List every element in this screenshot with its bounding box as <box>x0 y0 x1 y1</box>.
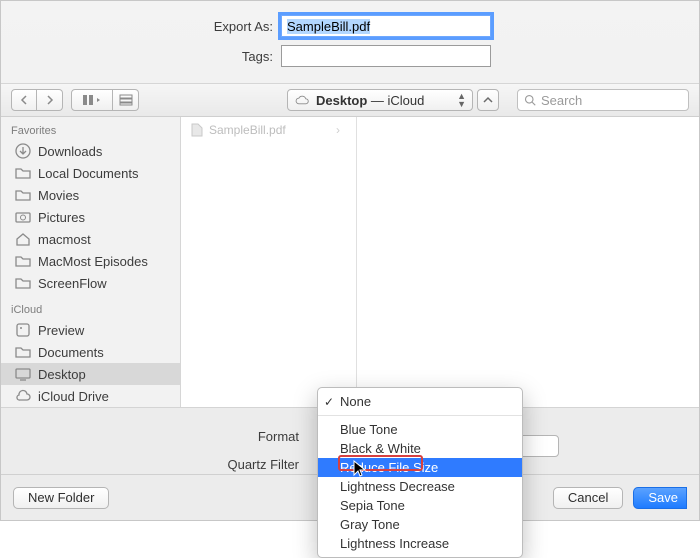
search-placeholder: Search <box>541 93 582 108</box>
chevron-right-icon <box>46 95 54 105</box>
menu-divider <box>318 415 522 416</box>
quartz-filter-menu: None Blue ToneBlack & WhiteReduce File Si… <box>317 387 523 558</box>
sidebar-item-screenflow[interactable]: ScreenFlow <box>1 272 180 294</box>
stack-icon <box>119 94 133 106</box>
header-fields: Export As: Tags: <box>1 1 699 83</box>
folder-icon <box>15 165 31 181</box>
document-icon <box>191 123 203 137</box>
collapse-button[interactable] <box>477 89 499 111</box>
search-icon <box>524 94 536 106</box>
menu-item-black-white[interactable]: Black & White <box>318 439 522 458</box>
sidebar-item-desktop[interactable]: Desktop <box>1 363 180 385</box>
menu-item-none[interactable]: None <box>318 392 522 411</box>
sidebar-item-preview[interactable]: Preview <box>1 319 180 341</box>
sidebar-item-downloads[interactable]: Downloads <box>1 140 180 162</box>
popup-arrows-icon: ▲▼ <box>457 92 466 108</box>
view-switcher <box>71 89 139 111</box>
cloud-icon <box>15 388 31 404</box>
menu-item-lightness-decrease[interactable]: Lightness Decrease <box>318 477 522 496</box>
file-name: SampleBill.pdf <box>209 123 330 137</box>
favorites-heading: Favorites <box>1 121 180 140</box>
export-as-input[interactable] <box>281 15 491 37</box>
forward-button[interactable] <box>37 89 63 111</box>
nav-buttons <box>11 89 63 111</box>
sidebar-item-label: macmost <box>38 232 91 247</box>
format-label: Format <box>1 429 307 444</box>
sidebar-item-label: MacMost Episodes <box>38 254 148 269</box>
view-mode-button[interactable] <box>71 89 113 111</box>
menu-item-sepia-tone[interactable]: Sepia Tone <box>318 496 522 515</box>
search-field[interactable]: Search <box>517 89 689 111</box>
sidebar-item-movies[interactable]: Movies <box>1 184 180 206</box>
desktop-icon <box>15 366 31 382</box>
home-icon <box>15 231 31 247</box>
sidebar-item-pictures[interactable]: Pictures <box>1 206 180 228</box>
location-popup[interactable]: Desktop — iCloud ▲▼ <box>287 89 473 111</box>
download-icon <box>15 143 31 159</box>
sidebar-item-label: Pictures <box>38 210 85 225</box>
location-control: Desktop — iCloud ▲▼ <box>287 89 499 111</box>
menu-item-lightness-increase[interactable]: Lightness Increase <box>318 534 522 553</box>
sidebar-item-label: iCloud Drive <box>38 389 109 404</box>
file-browser: Favorites Downloads Local Documents Movies… <box>1 117 699 407</box>
chevron-right-icon: › <box>336 123 346 137</box>
new-folder-button[interactable]: New Folder <box>13 487 109 509</box>
chevron-up-icon <box>483 96 493 104</box>
sidebar-item-local-documents[interactable]: Local Documents <box>1 162 180 184</box>
sidebar: Favorites Downloads Local Documents Movies… <box>1 117 181 407</box>
grouping-button[interactable] <box>113 89 139 111</box>
tags-label: Tags: <box>1 49 281 64</box>
menu-item-reduce-file-size[interactable]: Reduce File Size <box>318 458 522 477</box>
sidebar-item-label: Movies <box>38 188 79 203</box>
sidebar-item-label: Preview <box>38 323 84 338</box>
menu-item-gray-tone[interactable]: Gray Tone <box>318 515 522 534</box>
quartz-filter-label: Quartz Filter <box>1 457 307 472</box>
sidebar-item-label: Desktop <box>38 367 86 382</box>
icloud-heading: iCloud <box>1 300 180 319</box>
file-column: SampleBill.pdf › <box>181 117 357 407</box>
location-folder: Desktop — iCloud <box>316 93 424 108</box>
preview-column <box>357 117 699 407</box>
file-item[interactable]: SampleBill.pdf › <box>181 121 356 139</box>
sidebar-item-macmost-episodes[interactable]: MacMost Episodes <box>1 250 180 272</box>
sidebar-item-icloud-drive[interactable]: iCloud Drive <box>1 385 180 407</box>
export-dialog: Export As: Tags: <box>0 0 700 521</box>
sidebar-item-macmost[interactable]: macmost <box>1 228 180 250</box>
location-suffix: — iCloud <box>367 93 424 108</box>
columns-icon <box>83 95 101 105</box>
location-folder-name: Desktop <box>316 93 367 108</box>
chevron-left-icon <box>20 95 28 105</box>
camera-icon <box>15 209 31 225</box>
folder-icon <box>15 187 31 203</box>
cloud-icon <box>294 95 310 105</box>
menu-item-blue-tone[interactable]: Blue Tone <box>318 420 522 439</box>
folder-icon <box>15 253 31 269</box>
back-button[interactable] <box>11 89 37 111</box>
save-button[interactable]: Save <box>633 487 687 509</box>
browser-toolbar: Desktop — iCloud ▲▼ Search <box>1 83 699 117</box>
sidebar-item-label: Downloads <box>38 144 102 159</box>
cancel-button[interactable]: Cancel <box>553 487 623 509</box>
sidebar-item-documents[interactable]: Documents <box>1 341 180 363</box>
folder-icon <box>15 344 31 360</box>
folder-icon <box>15 275 31 291</box>
tags-input[interactable] <box>281 45 491 67</box>
sidebar-item-label: Documents <box>38 345 104 360</box>
sidebar-item-label: ScreenFlow <box>38 276 107 291</box>
sidebar-item-label: Local Documents <box>38 166 138 181</box>
export-as-label: Export As: <box>1 19 281 34</box>
app-icon <box>15 322 31 338</box>
